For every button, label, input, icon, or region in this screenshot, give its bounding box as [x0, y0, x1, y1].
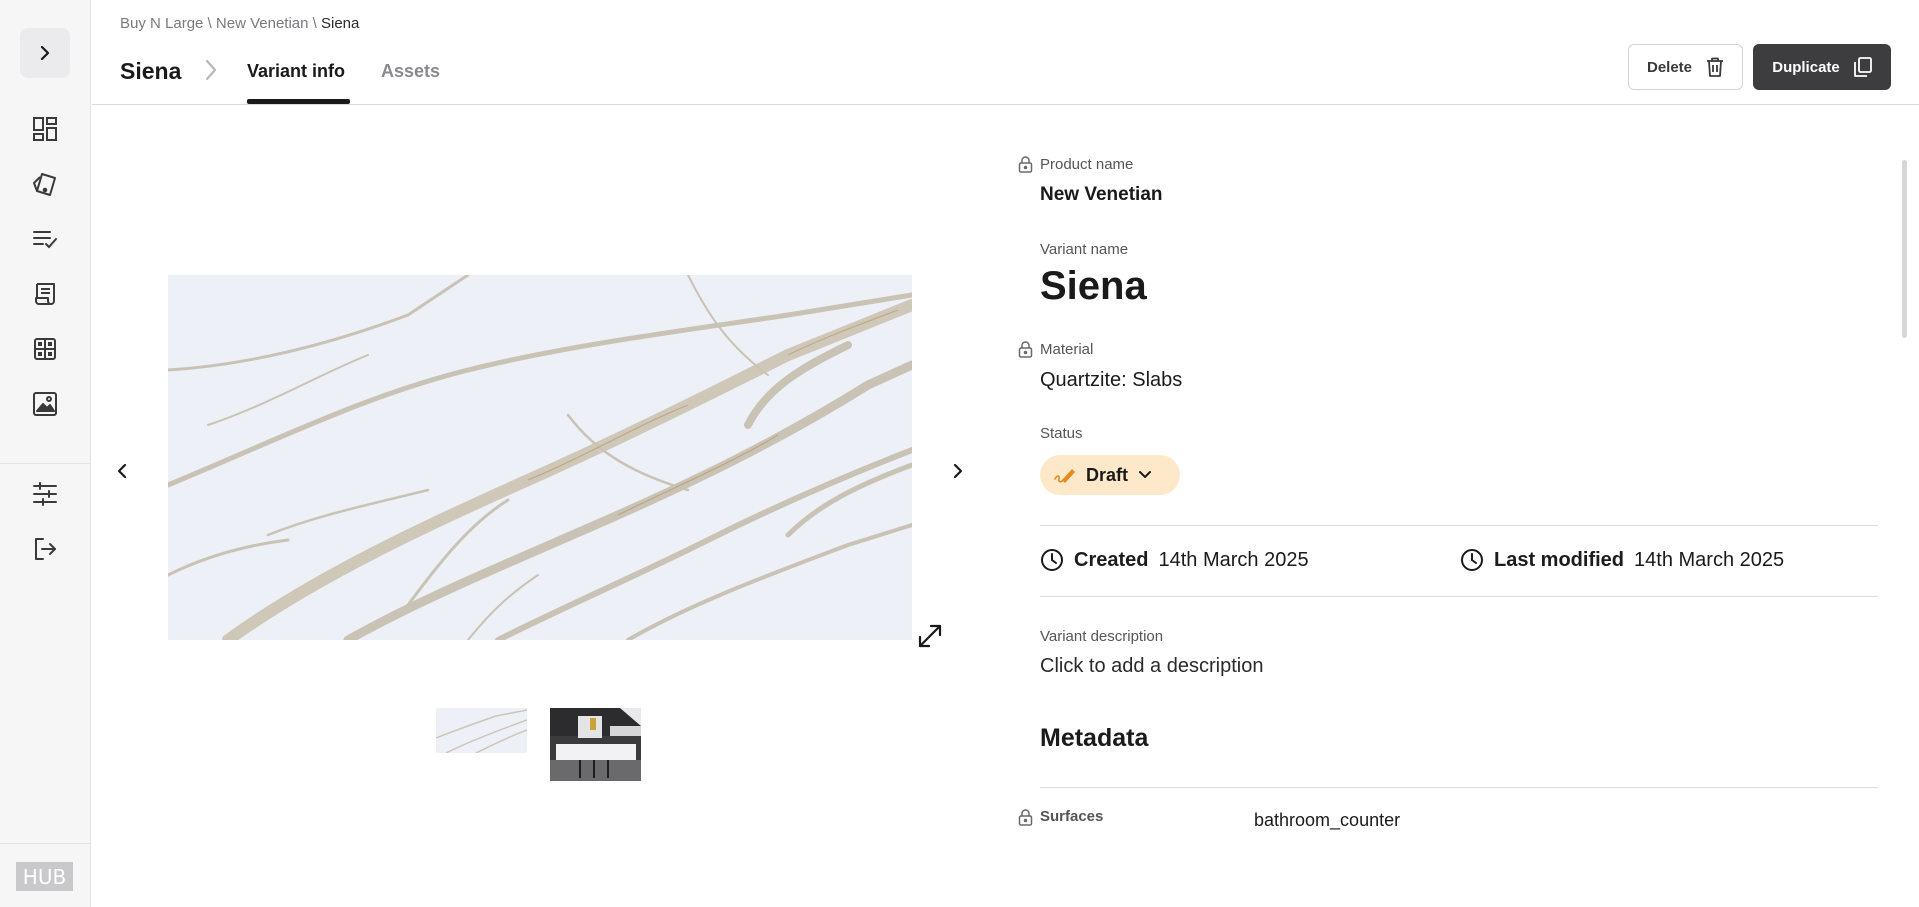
sidebar-item-logout[interactable] — [27, 531, 63, 567]
sidebar-item-checklist[interactable] — [27, 221, 63, 257]
copy-icon — [1853, 57, 1872, 77]
hub-logo: HUB — [16, 862, 73, 891]
last-modified-label: Last modified — [1494, 548, 1625, 571]
pencil-icon — [1054, 469, 1075, 483]
variant-name-label: Variant name — [1040, 241, 1129, 258]
image-thumbnail[interactable] — [436, 708, 527, 753]
main-product-image — [168, 275, 912, 640]
breadcrumb-item-product[interactable]: New Venetian — [216, 15, 309, 32]
created-value: 14th March 2025 — [1158, 548, 1309, 571]
status-label: Status — [1040, 425, 1083, 442]
material-value: Quartzite: Slabs — [1040, 369, 1183, 391]
duplicate-button[interactable]: Duplicate — [1753, 44, 1891, 90]
surfaces-label: Surfaces — [1040, 808, 1104, 825]
sidebar-item-media[interactable] — [27, 386, 63, 422]
scrollbar[interactable] — [1902, 160, 1907, 338]
expand-icon — [918, 624, 942, 648]
chevron-down-icon — [1139, 471, 1152, 478]
breadcrumb: Buy N Large \ New Venetian \ Siena — [120, 15, 359, 32]
active-tab-indicator — [247, 99, 350, 104]
variant-description-input[interactable]: Click to add a description — [1040, 655, 1263, 678]
kitchen-thumbnail — [550, 708, 641, 781]
marble-thumbnail — [436, 708, 527, 753]
metadata-heading: Metadata — [1040, 724, 1149, 752]
created-label: Created — [1074, 548, 1149, 571]
tab-assets[interactable]: Assets — [381, 61, 440, 82]
receipt-icon — [35, 283, 55, 305]
swatch-icon — [33, 173, 56, 196]
clock-icon — [1461, 549, 1483, 571]
checklist-icon — [33, 231, 57, 249]
lock-icon — [1018, 156, 1033, 173]
sidebar-item-orders[interactable] — [27, 276, 63, 312]
surfaces-value: bathroom_counter — [1254, 810, 1401, 830]
sidebar-item-samples[interactable] — [27, 166, 63, 202]
sidebar-item-catalog[interactable] — [27, 331, 63, 367]
next-image-button[interactable] — [944, 457, 972, 485]
logout-icon — [35, 538, 56, 560]
delete-button-label: Delete — [1646, 58, 1693, 76]
sidebar-item-settings[interactable] — [27, 476, 63, 512]
duplicate-button-label: Duplicate — [1772, 58, 1840, 76]
sidebar-expand-button[interactable] — [20, 28, 70, 78]
breadcrumb-separator: \ — [203, 15, 216, 32]
breadcrumb-item-current: Siena — [321, 15, 360, 32]
image-icon — [33, 392, 57, 416]
grid-icon — [34, 338, 56, 360]
created-date: Created 14th March 2025 — [1040, 548, 1309, 572]
variant-name-value[interactable]: Siena — [1040, 264, 1147, 309]
divider — [1040, 787, 1878, 788]
fullscreen-button[interactable] — [917, 623, 943, 654]
last-modified-value: 14th March 2025 — [1634, 548, 1785, 571]
breadcrumb-item-company[interactable]: Buy N Large — [120, 15, 203, 32]
sidebar-item-dashboard[interactable] — [27, 111, 63, 147]
status-value: Draft — [1086, 464, 1129, 485]
image-thumbnail[interactable] — [550, 708, 641, 781]
divider — [1040, 525, 1878, 526]
product-name-value: New Venetian — [1040, 184, 1163, 205]
status-dropdown[interactable]: Draft — [1040, 455, 1180, 495]
chevron-left-icon — [117, 463, 127, 479]
sidebar-bottom-divider — [0, 843, 91, 844]
chevron-right-icon — [40, 46, 50, 60]
chevron-right-icon — [205, 59, 217, 81]
trash-icon — [1707, 57, 1724, 77]
breadcrumb-separator: \ — [308, 15, 321, 32]
product-name-label: Product name — [1040, 156, 1134, 173]
page-header: Buy N Large \ New Venetian \ Siena Siena… — [92, 0, 1919, 105]
divider — [1040, 596, 1878, 597]
material-label: Material — [1040, 341, 1094, 358]
sidebar-divider — [0, 463, 91, 464]
lock-icon — [1018, 341, 1033, 358]
chevron-right-icon — [953, 463, 963, 479]
page-title: Siena — [120, 58, 182, 84]
sidebar: HUB — [0, 0, 91, 907]
lock-icon — [1018, 809, 1033, 826]
variant-description-label: Variant description — [1040, 628, 1164, 645]
delete-button[interactable]: Delete — [1628, 44, 1743, 90]
last-modified-date: Last modified 14th March 2025 — [1460, 548, 1784, 572]
sliders-icon — [33, 482, 57, 506]
marble-texture — [168, 275, 912, 640]
tab-variant-info[interactable]: Variant info — [247, 61, 345, 82]
clock-icon — [1041, 549, 1063, 571]
dashboard-icon — [33, 117, 57, 141]
previous-image-button[interactable] — [108, 457, 136, 485]
